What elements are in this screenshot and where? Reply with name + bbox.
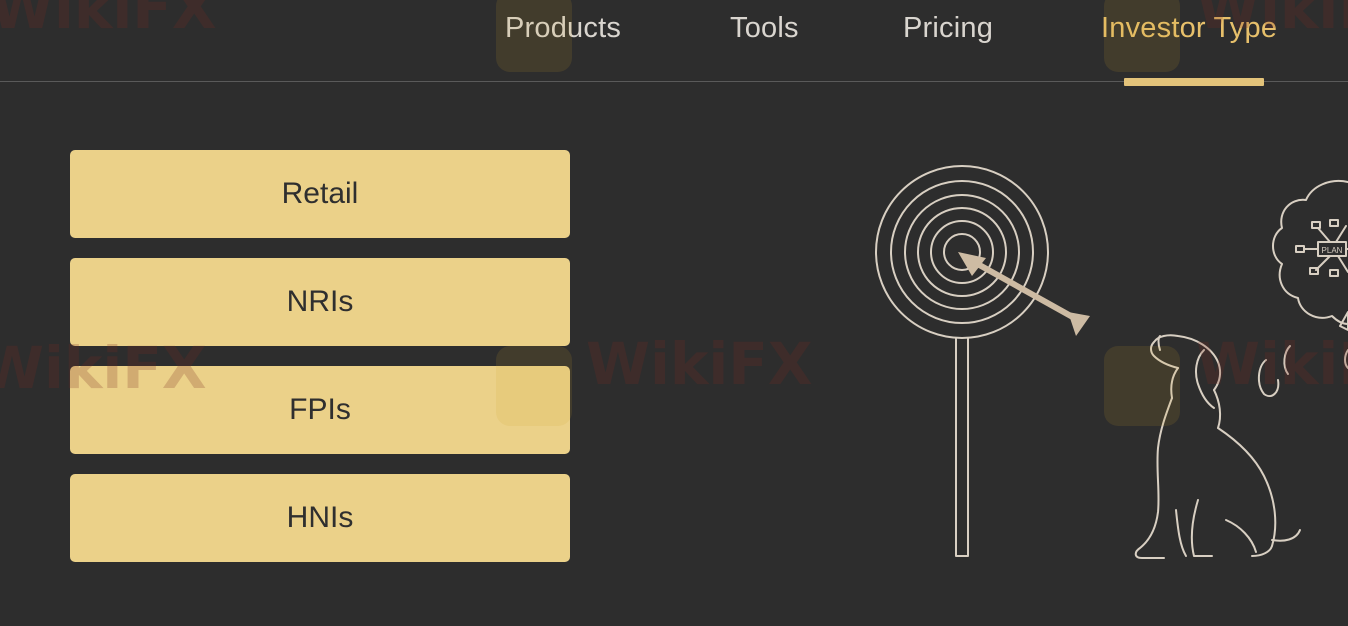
watermark-text: WikiFX: [586, 330, 813, 398]
target-icon: [875, 165, 1049, 557]
nris-button[interactable]: NRIs: [70, 258, 570, 346]
fpis-button[interactable]: FPIs: [70, 366, 570, 454]
nav-investor-type[interactable]: Investor Type: [1101, 12, 1277, 45]
dog-icon: [1134, 334, 1301, 559]
thought-cloud-icon: [1258, 180, 1348, 398]
nav-tools[interactable]: Tools: [730, 12, 799, 45]
retail-button[interactable]: Retail: [70, 150, 570, 238]
active-tab-indicator: [1124, 78, 1264, 86]
nav-products[interactable]: Products: [505, 12, 621, 45]
target-dog-illustration: PLAN: [875, 165, 1348, 559]
hnis-button[interactable]: HNIs: [70, 474, 570, 562]
plan-label: PLAN: [1322, 246, 1343, 255]
nav-pricing[interactable]: Pricing: [903, 12, 993, 45]
top-navigation: Products Tools Pricing Investor Type: [0, 0, 1348, 82]
